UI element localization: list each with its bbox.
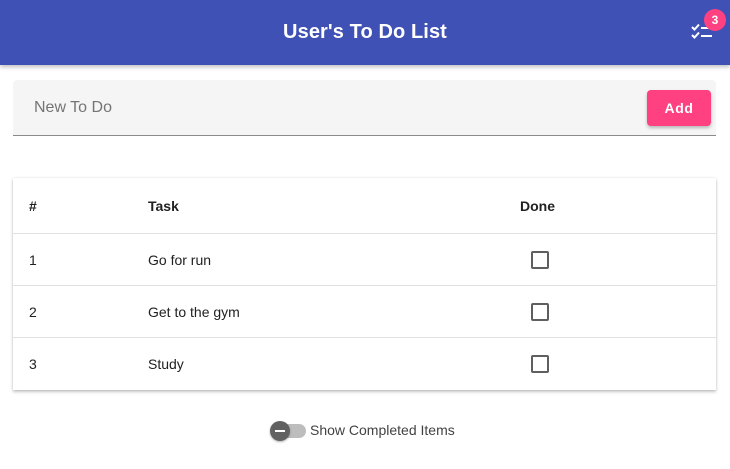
new-todo-field: Add: [13, 80, 716, 136]
page-title: User's To Do List: [283, 21, 447, 43]
show-completed-label: Show Completed Items: [310, 422, 455, 438]
row-number: 1: [29, 252, 37, 268]
row-task: Go for run: [148, 252, 212, 268]
done-checkbox[interactable]: [531, 303, 549, 321]
column-header-done: Done: [520, 198, 555, 214]
new-todo-input[interactable]: [13, 80, 633, 135]
done-checkbox[interactable]: [531, 251, 549, 269]
column-header-number: #: [29, 198, 37, 214]
table-row: 3 Study: [13, 338, 716, 390]
table-header-row: # Task Done: [13, 178, 716, 234]
table-row: 2 Get to the gym: [13, 286, 716, 338]
add-button[interactable]: Add: [647, 90, 711, 126]
todo-table: # Task Done 1 Go for run 2 Get to the gy…: [13, 178, 716, 390]
table-row: 1 Go for run: [13, 234, 716, 286]
task-count-badge: 3: [704, 9, 726, 31]
row-task: Study: [148, 356, 184, 372]
row-task: Get to the gym: [148, 304, 240, 320]
column-header-task: Task: [148, 198, 179, 214]
show-completed-toggle[interactable]: [270, 421, 290, 441]
row-number: 3: [29, 356, 37, 372]
done-checkbox[interactable]: [531, 355, 549, 373]
app-bar: User's To Do List 3: [0, 0, 730, 65]
row-number: 2: [29, 304, 37, 320]
